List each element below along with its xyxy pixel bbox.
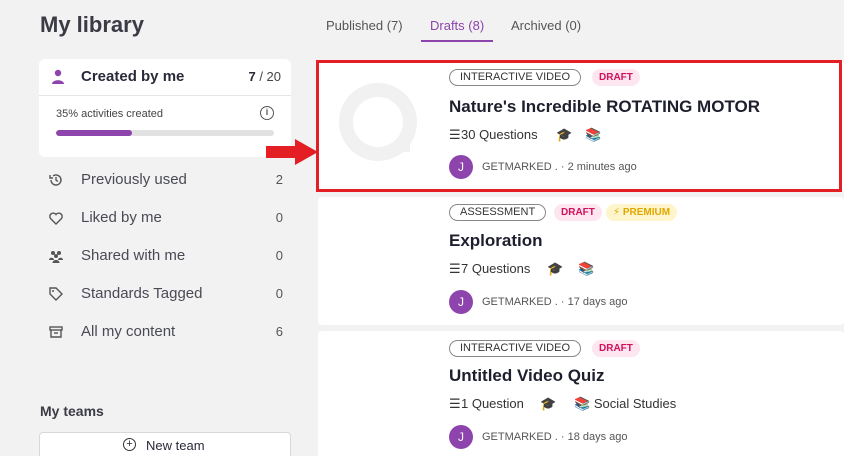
draft-badge: DRAFT <box>554 204 602 221</box>
tab-archived[interactable]: Archived (0) <box>511 18 581 33</box>
sidebar-item-all-my-content[interactable]: All my content 6 <box>39 318 291 348</box>
tab-published[interactable]: Published (7) <box>326 18 403 33</box>
plus-circle-icon: + <box>123 438 136 451</box>
books-icon: 📚 <box>578 261 595 276</box>
activities-created-text: 35% activities created <box>56 108 163 120</box>
library-sidebar: My library Created by me 7 / 20 35% acti… <box>0 0 300 456</box>
sidebar-item-count: 2 <box>275 172 283 187</box>
sidebar-item-label: Standards Tagged <box>81 285 203 302</box>
books-icon: 📚 Social Studies <box>574 396 677 411</box>
sidebar-item-previously-used[interactable]: Previously used 2 <box>39 166 291 196</box>
activity-type-badge: ASSESSMENT <box>449 204 547 221</box>
heart-icon <box>49 212 63 225</box>
author-row: J GETMARKED . · 18 days ago <box>449 425 709 449</box>
new-team-label: New team <box>146 438 205 453</box>
activity-title[interactable]: Untitled Video Quiz <box>449 366 605 386</box>
archive-icon <box>49 326 63 338</box>
activity-card[interactable]: ASSESSMENT DRAFT ⚡ PREMIUM Exploration ☰… <box>318 197 844 325</box>
progress-fill <box>56 130 133 136</box>
sidebar-item-label: All my content <box>81 323 176 340</box>
created-by-me-card[interactable]: Created by me 7 / 20 35% activities crea… <box>39 59 291 157</box>
author-row: J GETMARKED . · 17 days ago <box>449 290 709 314</box>
divider <box>39 95 291 96</box>
question-count: ☰7 Questions <box>449 261 531 276</box>
created-by-me-row[interactable]: Created by me 7 / 20 <box>39 59 291 95</box>
sidebar-item-label: Liked by me <box>81 209 162 226</box>
sidebar-item-label: Previously used <box>81 171 187 188</box>
activity-type-badge: INTERACTIVE VIDEO <box>449 340 582 357</box>
red-arrow-icon <box>266 139 318 165</box>
sidebar-item-count: 0 <box>275 210 283 225</box>
list-icon: ☰ <box>449 261 461 276</box>
lightning-icon: ⚡ <box>613 207 621 218</box>
my-teams-heading: My teams <box>40 403 104 419</box>
avatar[interactable]: J <box>449 425 473 449</box>
author-meta: GETMARKED . · 18 days ago <box>482 431 628 443</box>
subject-label: Social Studies <box>593 396 677 411</box>
premium-badge: ⚡ PREMIUM <box>606 204 678 221</box>
activities-progress-bar <box>56 130 274 136</box>
highlight-box <box>316 60 842 192</box>
sidebar-item-count: 0 <box>275 248 283 263</box>
tag-icon <box>49 287 63 301</box>
graduation-cap-icon: 🎓 <box>540 396 557 411</box>
created-count: 7 / 20 <box>248 69 281 84</box>
sidebar-item-count: 0 <box>275 286 283 301</box>
sidebar-item-label: Shared with me <box>81 247 186 264</box>
sidebar-item-standards-tagged[interactable]: Standards Tagged 0 <box>39 280 291 310</box>
created-by-me-label: Created by me <box>81 68 185 85</box>
history-icon <box>49 174 62 186</box>
user-icon <box>52 69 64 84</box>
info-icon[interactable]: i <box>260 106 274 120</box>
activity-title[interactable]: Exploration <box>449 231 543 251</box>
draft-badge: DRAFT <box>592 340 640 357</box>
sidebar-item-count: 6 <box>275 324 283 339</box>
sidebar-item-shared-with-me[interactable]: Shared with me 0 <box>39 242 291 272</box>
activity-card[interactable]: INTERACTIVE VIDEO DRAFT Untitled Video Q… <box>318 331 844 456</box>
avatar[interactable]: J <box>449 290 473 314</box>
question-count: ☰1 Question <box>449 396 524 411</box>
active-tab-indicator <box>421 40 493 42</box>
new-team-button[interactable]: + New team <box>39 432 291 456</box>
list-icon: ☰ <box>449 396 461 411</box>
sidebar-item-liked-by-me[interactable]: Liked by me 0 <box>39 204 291 234</box>
people-icon <box>49 251 63 263</box>
graduation-cap-icon: 🎓 <box>547 261 564 276</box>
tab-drafts[interactable]: Drafts (8) <box>430 18 484 33</box>
author-meta: GETMARKED . · 17 days ago <box>482 296 628 308</box>
page-title: My library <box>40 12 144 37</box>
